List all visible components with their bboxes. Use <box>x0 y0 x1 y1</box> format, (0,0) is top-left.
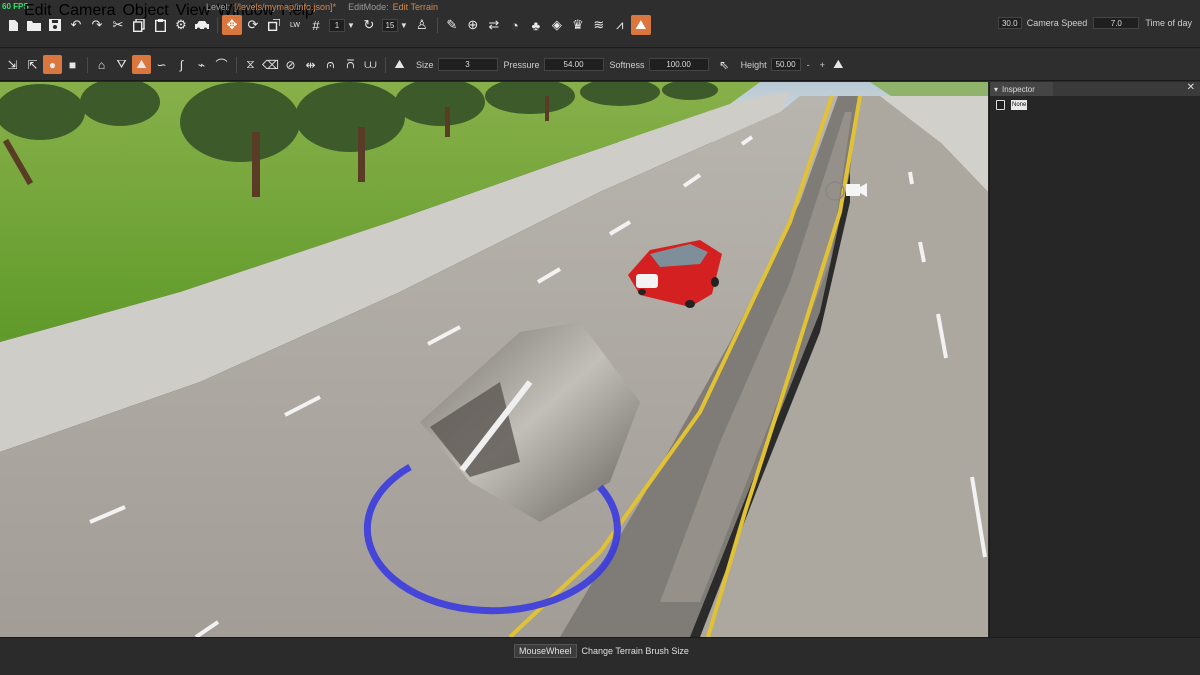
rotate-snap-field[interactable]: 15 <box>381 18 398 32</box>
level-info: Level: [/levels/mymap/info.json]* EditMo… <box>206 2 450 12</box>
camera-speed-label: Camera Speed <box>1026 18 1088 28</box>
pressure-label: Pressure <box>503 59 540 70</box>
level-label: Level: <box>206 2 231 12</box>
rotate-snap-icon[interactable]: ↻ <box>359 15 379 35</box>
terrain-editor-icon[interactable]: ⛰ <box>630 15 651 35</box>
height-field[interactable]: 50.00 <box>770 58 801 71</box>
noise-icon[interactable]: ⌁ <box>192 55 211 74</box>
time-of-day-label: Time of day <box>1145 18 1192 28</box>
size-label: Size <box>416 59 434 70</box>
size-field[interactable]: 3 <box>437 58 498 71</box>
grid-snap-icon[interactable]: # <box>306 15 326 35</box>
forest-tool-icon[interactable]: ♣ <box>526 15 546 35</box>
smooth-icon[interactable]: ∽ <box>152 55 171 74</box>
editmode-label: EditMode: <box>348 2 389 12</box>
copy-icon[interactable] <box>129 15 149 35</box>
cliff-icon[interactable]: ⩊ <box>361 55 380 74</box>
height-decrement-button[interactable]: - <box>807 60 810 70</box>
terrain-painter-icon[interactable]: ♛ <box>568 15 588 35</box>
toolbar-divider <box>217 17 218 33</box>
close-icon[interactable]: ✕ <box>1187 82 1195 93</box>
set-height-icon[interactable]: ⛰ <box>132 55 151 74</box>
main-toolbar: ↶ ↷ ✂ ⚙ ✥ ⟳ LW # 1 ▼ ↻ 15 ▼ ♙ ✎ ⊕ ⇄ ◔ ♣ … <box>0 14 660 36</box>
inspector-header: ▾ Inspector ✕ <box>990 82 1200 96</box>
shortcut-hint: MouseWheel Change Terrain Brush Size <box>514 644 689 658</box>
average-icon[interactable]: ⌒ <box>212 55 231 74</box>
add-object-icon[interactable]: ⊕ <box>463 15 483 35</box>
save-icon[interactable] <box>45 15 65 35</box>
rotate-gizmo-icon[interactable]: ⟳ <box>243 15 263 35</box>
level-path: [/levels/mymap/info.json]* <box>234 2 337 12</box>
clear-terrain-icon[interactable]: ⊘ <box>281 55 300 74</box>
flatten-curve-icon[interactable]: ∫ <box>172 55 191 74</box>
vehicle-icon[interactable] <box>192 15 212 35</box>
camera-controls: 30.0 Camera Speed 7.0 Time of day <box>997 17 1192 29</box>
brush-circle-icon[interactable]: ● <box>43 55 62 74</box>
fill-terrain-icon[interactable]: ⇹ <box>301 55 320 74</box>
road-architect-icon[interactable]: ⩘ <box>610 15 630 35</box>
editor-window: 60 FPS Edit Camera Object View Window He… <box>0 0 1200 675</box>
inspector-tab[interactable]: ▾ Inspector <box>990 82 1053 96</box>
redo-icon[interactable]: ↷ <box>87 15 107 35</box>
rotate-snap-dropdown-icon[interactable]: ▼ <box>400 21 408 30</box>
decal-tool-icon[interactable]: ◔ <box>505 15 525 35</box>
road-tool-icon[interactable]: ⇄ <box>484 15 504 35</box>
settings-gear-icon[interactable]: ⚙ <box>171 15 191 35</box>
toolbar-divider <box>236 56 237 73</box>
mesh-road-icon[interactable]: ◈ <box>547 15 567 35</box>
camera-speed-field[interactable]: 30.0 <box>997 17 1022 29</box>
lower-height-icon[interactable]: ⛛ <box>112 55 131 74</box>
lock-icon[interactable] <box>996 100 1005 110</box>
top-bar: 60 FPS Edit Camera Object View Window He… <box>0 0 1200 48</box>
inspector-panel: ▾ Inspector ✕ None <box>989 82 1200 637</box>
river-tool-icon[interactable]: ≋ <box>589 15 609 35</box>
cut-icon[interactable]: ✂ <box>108 15 128 35</box>
time-of-day-field[interactable]: 7.0 <box>1093 17 1140 29</box>
select-terrain-icon[interactable]: ⇲ <box>3 55 22 74</box>
grid-size-field[interactable]: 1 <box>329 18 345 32</box>
translate-gizmo-icon[interactable]: ✥ <box>222 15 242 35</box>
shortcut-key: MouseWheel <box>514 644 577 658</box>
toolbar-divider <box>87 56 88 73</box>
undo-icon[interactable]: ↶ <box>66 15 86 35</box>
scale-gizmo-icon[interactable] <box>264 15 284 35</box>
softness-field[interactable]: 100.00 <box>648 58 709 71</box>
dig-hole-icon[interactable]: ⩀ <box>321 55 340 74</box>
panel-menu-icon[interactable]: ▾ <box>994 85 998 94</box>
eraser-icon[interactable]: ⌫ <box>261 55 280 74</box>
brush-size-icon[interactable]: ⛰ <box>390 55 409 74</box>
toolbar-divider <box>436 17 438 33</box>
3d-viewport[interactable] <box>0 82 988 637</box>
terrain-toolbar: ⇲ ⇱ ● ■ ⌂ ⛛ ⛰ ∽ ∫ ⌁ ⌒ ⧖ ⌫ ⊘ ⇹ ⩀ ⩃ ⩊ ⛰ Si… <box>0 49 1200 81</box>
shortcut-description: Change Terrain Brush Size <box>581 646 689 656</box>
height-sample-icon[interactable]: ⛰ <box>829 55 848 74</box>
softness-label: Softness <box>609 59 645 70</box>
pencil-icon[interactable]: ✎ <box>442 15 462 35</box>
local-world-icon[interactable]: LW <box>285 15 305 35</box>
pressure-field[interactable]: 54.00 <box>543 58 604 71</box>
editmode-value: Edit Terrain <box>392 2 438 12</box>
raise-height-icon[interactable]: ⌂ <box>92 55 111 74</box>
snap-terrain-icon[interactable]: ♙ <box>412 15 432 35</box>
grid-size-dropdown-icon[interactable]: ▼ <box>347 21 355 30</box>
paste-icon[interactable] <box>150 15 170 35</box>
toolbar-divider <box>385 56 386 73</box>
brush-square-icon[interactable]: ■ <box>63 55 82 74</box>
move-terrain-icon[interactable]: ⇱ <box>23 55 42 74</box>
height-increment-button[interactable]: + <box>820 60 825 70</box>
height-pick-icon[interactable]: ⇖ <box>715 55 734 74</box>
inspector-title: Inspector <box>1002 84 1035 94</box>
inspector-toolbar: None <box>990 96 1200 114</box>
none-badge: None <box>1011 100 1028 110</box>
open-folder-icon[interactable] <box>24 15 44 35</box>
peak-icon[interactable]: ⩃ <box>341 55 360 74</box>
new-file-icon[interactable] <box>3 15 23 35</box>
status-bar: MouseWheel Change Terrain Brush Size <box>0 637 1200 675</box>
slope-ruler-icon[interactable]: ⧖ <box>241 55 260 74</box>
height-label: Height <box>740 59 767 70</box>
